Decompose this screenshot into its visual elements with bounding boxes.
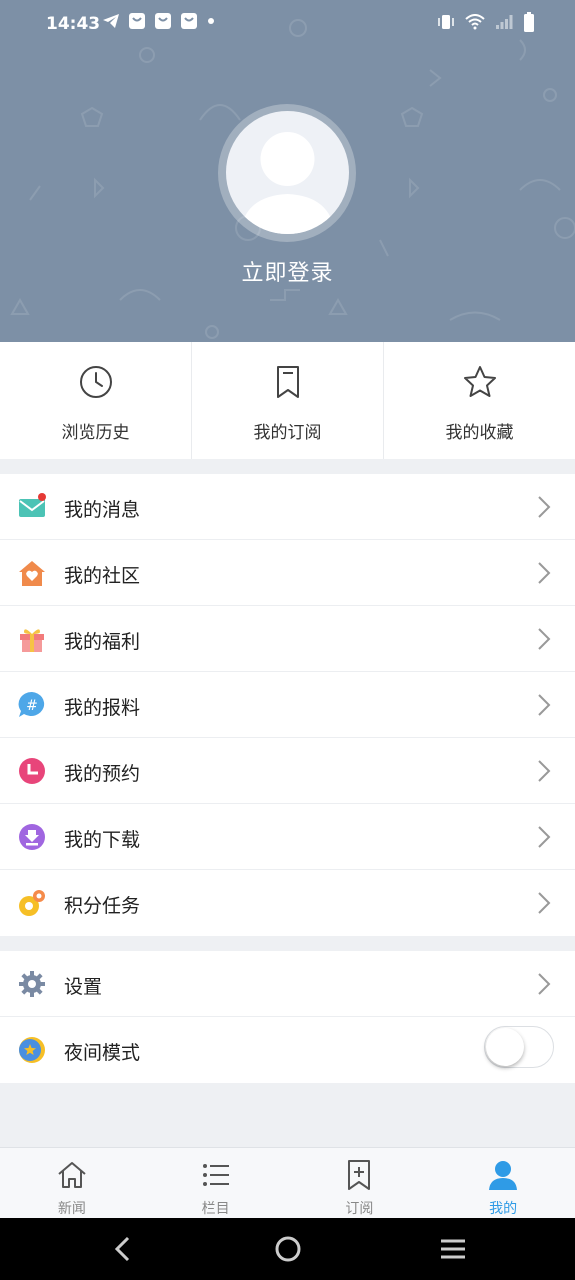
signal-icon — [496, 15, 513, 29]
menu-item-label: 我的下载 — [64, 829, 141, 851]
status-notification-icons — [102, 12, 216, 30]
gift-icon — [20, 629, 44, 652]
default-avatar-icon — [240, 132, 335, 234]
system-navigation-bar — [0, 1218, 575, 1280]
bookmark-icon — [276, 366, 299, 398]
menu-item-appointments[interactable]: 我的预约 — [0, 738, 575, 804]
status-time: 14:43 — [46, 14, 101, 34]
gear-icon — [19, 971, 45, 997]
night-mode-icon — [19, 1037, 45, 1063]
star-icon — [463, 366, 496, 397]
tab-columns[interactable]: 栏目 — [144, 1148, 288, 1218]
bookmark-add-icon — [348, 1160, 371, 1190]
shopping-bag-icon — [129, 13, 145, 29]
menu-item-reports[interactable]: # 我的报料 — [0, 672, 575, 738]
menu-item-settings[interactable]: 设置 — [0, 951, 575, 1017]
menu-item-label: 我的消息 — [64, 499, 141, 521]
menu-item-label: 我的社区 — [64, 565, 141, 587]
back-icon[interactable] — [110, 1235, 134, 1263]
menu-item-community[interactable]: 我的社区 — [0, 540, 575, 606]
toggle-knob — [486, 1028, 524, 1066]
dot-icon — [208, 18, 214, 24]
coin-icon — [19, 890, 45, 916]
chevron-right-icon — [538, 892, 551, 914]
settings-group: 设置 夜间模式 — [0, 951, 575, 1083]
quick-actions: 浏览历史 我的订阅 我的收藏 — [0, 342, 575, 459]
chevron-right-icon — [538, 562, 551, 584]
chevron-right-icon — [538, 628, 551, 650]
mail-icon — [19, 493, 46, 517]
house-heart-icon — [19, 561, 45, 586]
recents-icon[interactable] — [439, 1235, 467, 1263]
menu-item-night-mode: 夜间模式 — [0, 1017, 575, 1083]
status-bar: 14:43 — [0, 0, 575, 48]
menu-item-label: 我的预约 — [64, 763, 141, 785]
profile-header: 14:43 立即登录 — [0, 0, 575, 342]
vibrate-icon — [438, 15, 454, 29]
tab-label: 栏目 — [201, 1201, 230, 1217]
menu-item-label: 积分任务 — [64, 895, 141, 917]
clock-pink-icon — [19, 758, 45, 784]
menu-item-label: 我的报料 — [64, 697, 141, 719]
quick-item-label: 浏览历史 — [61, 423, 130, 443]
menu-item-label: 我的福利 — [64, 631, 141, 653]
night-mode-toggle[interactable] — [484, 1026, 554, 1068]
menu-group: 我的消息 我的社区 我的福利 # 我的报料 我的预约 我的下载 积分任务 — [0, 474, 575, 936]
quick-item-label: 我的订阅 — [253, 423, 322, 443]
battery-icon — [524, 12, 534, 32]
download-icon — [19, 824, 45, 850]
bottom-nav: 新闻 栏目 订阅 我的 — [0, 1147, 575, 1218]
login-button[interactable]: 立即登录 — [0, 255, 575, 287]
home-icon — [58, 1162, 86, 1188]
tab-news[interactable]: 新闻 — [0, 1148, 144, 1218]
status-system-icons — [437, 12, 535, 32]
menu-item-points-tasks[interactable]: 积分任务 — [0, 870, 575, 936]
chevron-right-icon — [538, 826, 551, 848]
shopping-bag-icon — [181, 13, 197, 29]
tab-label: 订阅 — [345, 1201, 374, 1217]
menu-item-messages[interactable]: 我的消息 — [0, 474, 575, 540]
tab-subscribe[interactable]: 订阅 — [288, 1148, 432, 1218]
chevron-right-icon — [538, 760, 551, 782]
menu-item-benefits[interactable]: 我的福利 — [0, 606, 575, 672]
menu-item-label: 设置 — [64, 976, 103, 998]
quick-item-history[interactable]: 浏览历史 — [0, 342, 192, 459]
tab-mine[interactable]: 我的 — [431, 1148, 575, 1218]
avatar[interactable] — [226, 111, 349, 234]
hash-bubble-icon: # — [18, 691, 45, 717]
clock-icon — [79, 366, 112, 398]
wifi-icon — [465, 14, 485, 30]
person-icon — [489, 1161, 518, 1190]
quick-item-label: 我的收藏 — [445, 423, 514, 443]
list-icon — [202, 1164, 229, 1186]
chevron-right-icon — [538, 496, 551, 518]
quick-item-favorites[interactable]: 我的收藏 — [384, 342, 575, 459]
tab-label: 我的 — [489, 1201, 518, 1217]
chevron-right-icon — [538, 694, 551, 716]
svg-text:#: # — [26, 698, 38, 714]
chevron-right-icon — [538, 973, 551, 995]
home-button-icon[interactable] — [274, 1235, 302, 1263]
shopping-bag-icon — [155, 13, 171, 29]
tab-label: 新闻 — [57, 1201, 86, 1217]
menu-item-label: 夜间模式 — [64, 1042, 141, 1064]
quick-item-subscriptions[interactable]: 我的订阅 — [192, 342, 384, 459]
telegram-icon — [103, 14, 119, 28]
menu-item-downloads[interactable]: 我的下载 — [0, 804, 575, 870]
